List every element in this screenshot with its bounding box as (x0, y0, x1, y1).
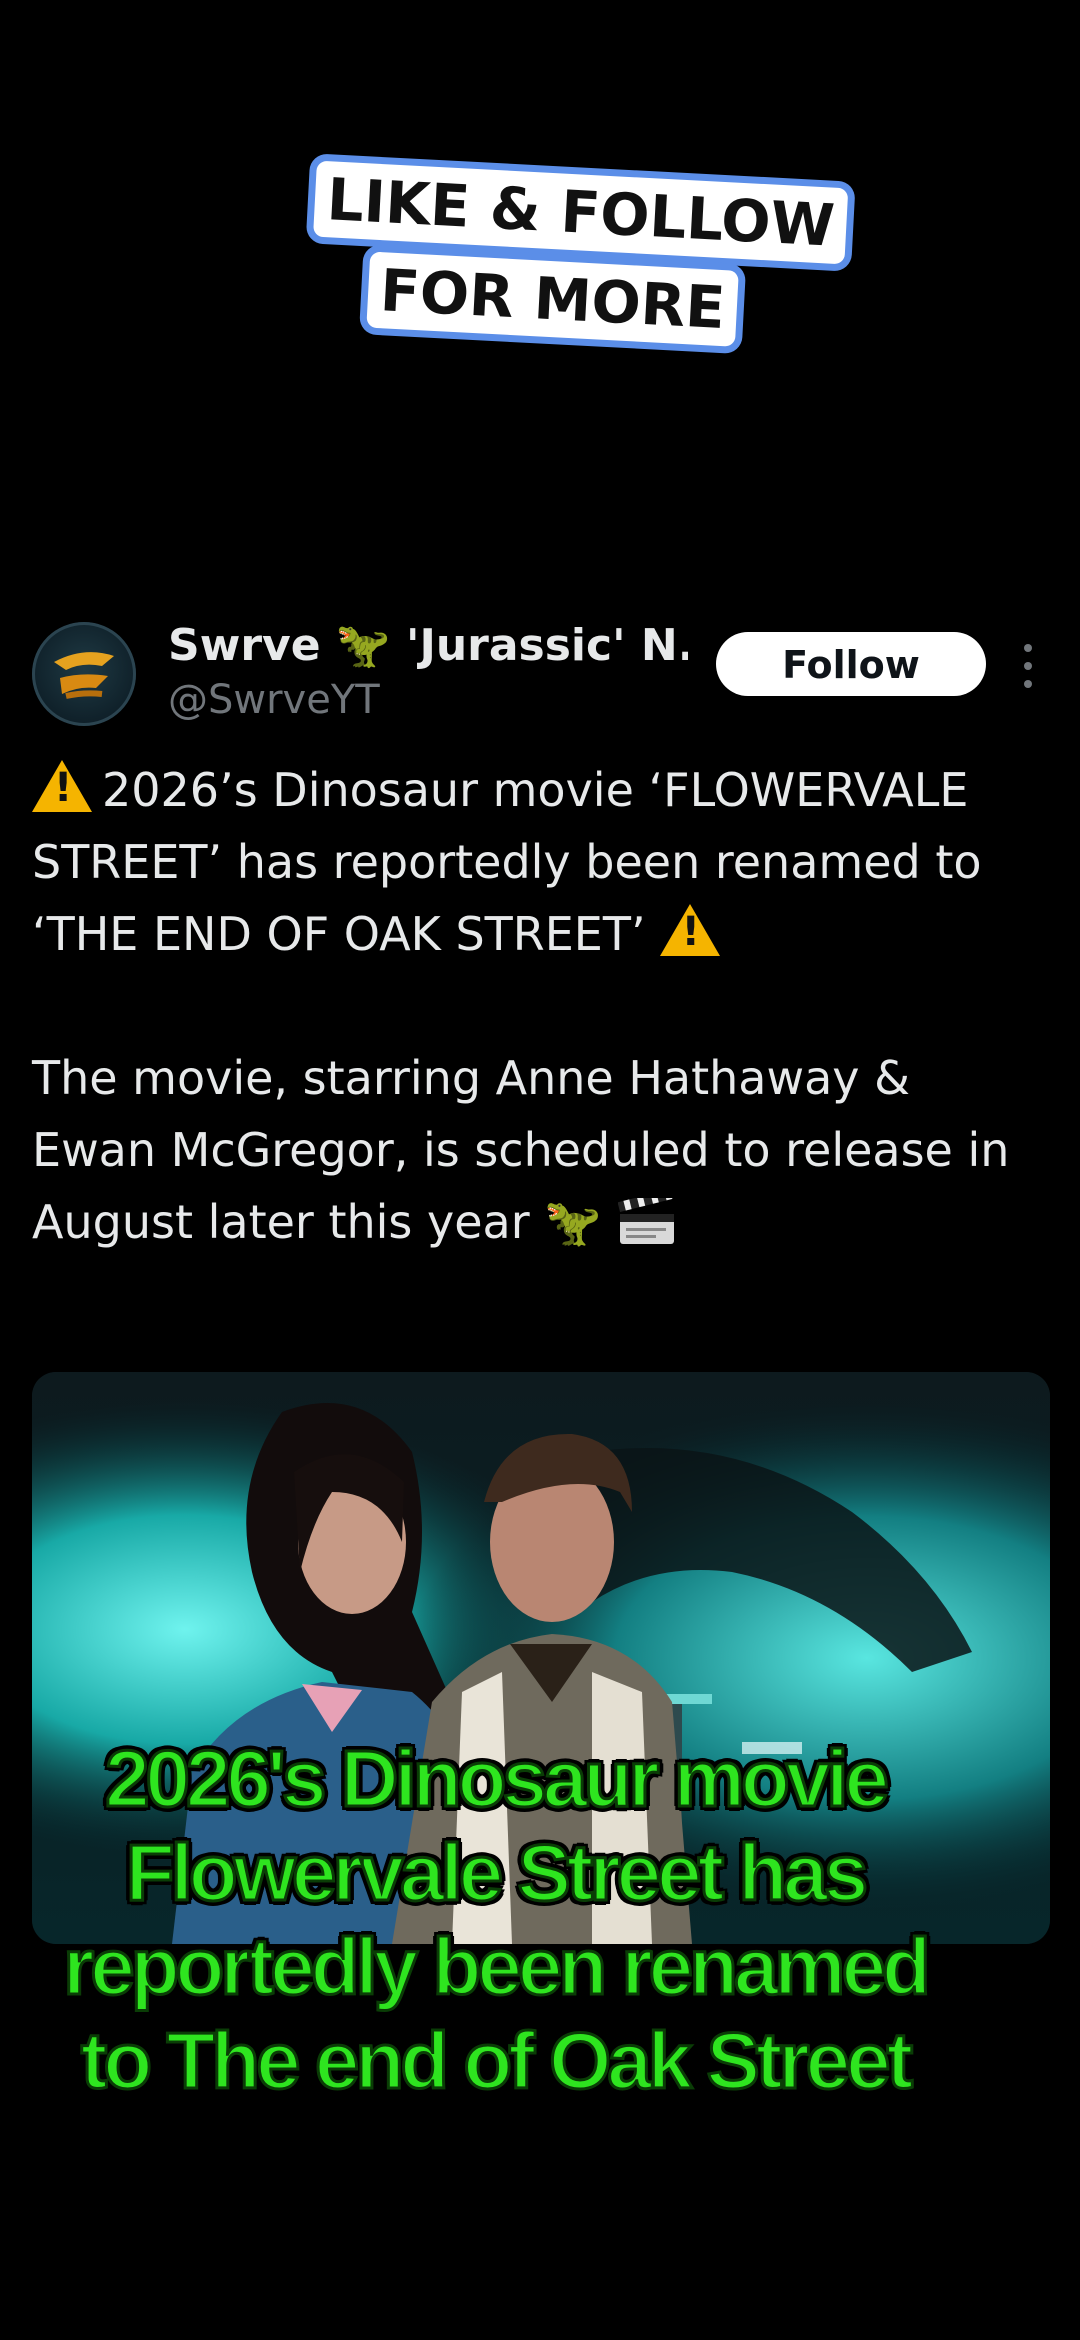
sticker-line-1: LIKE & FOLLOW (313, 160, 849, 265)
user-handle[interactable]: @SwrveYT (168, 674, 380, 726)
tweet-paragraph-1-text: 2026’s Dinosaur movie ‘FLOWERVALE STREET… (32, 763, 982, 961)
like-follow-sticker: LIKE & FOLLOW FOR MORE (308, 160, 849, 364)
tweet-paragraph-2-text: The movie, starring Anne Hathaway & Ewan… (32, 1051, 1010, 1249)
tweet-text: 2026’s Dinosaur movie ‘FLOWERVALE STREET… (32, 754, 1042, 1258)
caption-line-2: Flowervale Street has (124, 1827, 870, 1919)
display-name[interactable]: Swrve 🦖 'Jurassic' N... (168, 618, 688, 674)
tweet-paragraph-1: 2026’s Dinosaur movie ‘FLOWERVALE STREET… (32, 754, 1042, 970)
follow-button[interactable]: Follow (716, 632, 986, 696)
dinosaur-icon: 🦖 (544, 1195, 602, 1249)
video-caption: 2026's Dinosaur movie Flowervale Street … (0, 1732, 990, 2108)
avatar[interactable] (32, 622, 136, 726)
warning-icon (659, 904, 720, 956)
caption-line-3: reportedly been renamed (62, 1921, 933, 2013)
more-options-icon[interactable] (1016, 644, 1040, 688)
warning-icon (32, 760, 92, 812)
caption-line-4: to The end of Oak Street (79, 2015, 915, 2107)
clapper-board-icon (617, 1198, 674, 1244)
swrve-logo-icon (54, 652, 114, 699)
sticker-line-2: FOR MORE (366, 251, 739, 347)
caption-line-1: 2026's Dinosaur movie (104, 1733, 891, 1825)
tweet-paragraph-2: The movie, starring Anne Hathaway & Ewan… (32, 1042, 1042, 1258)
